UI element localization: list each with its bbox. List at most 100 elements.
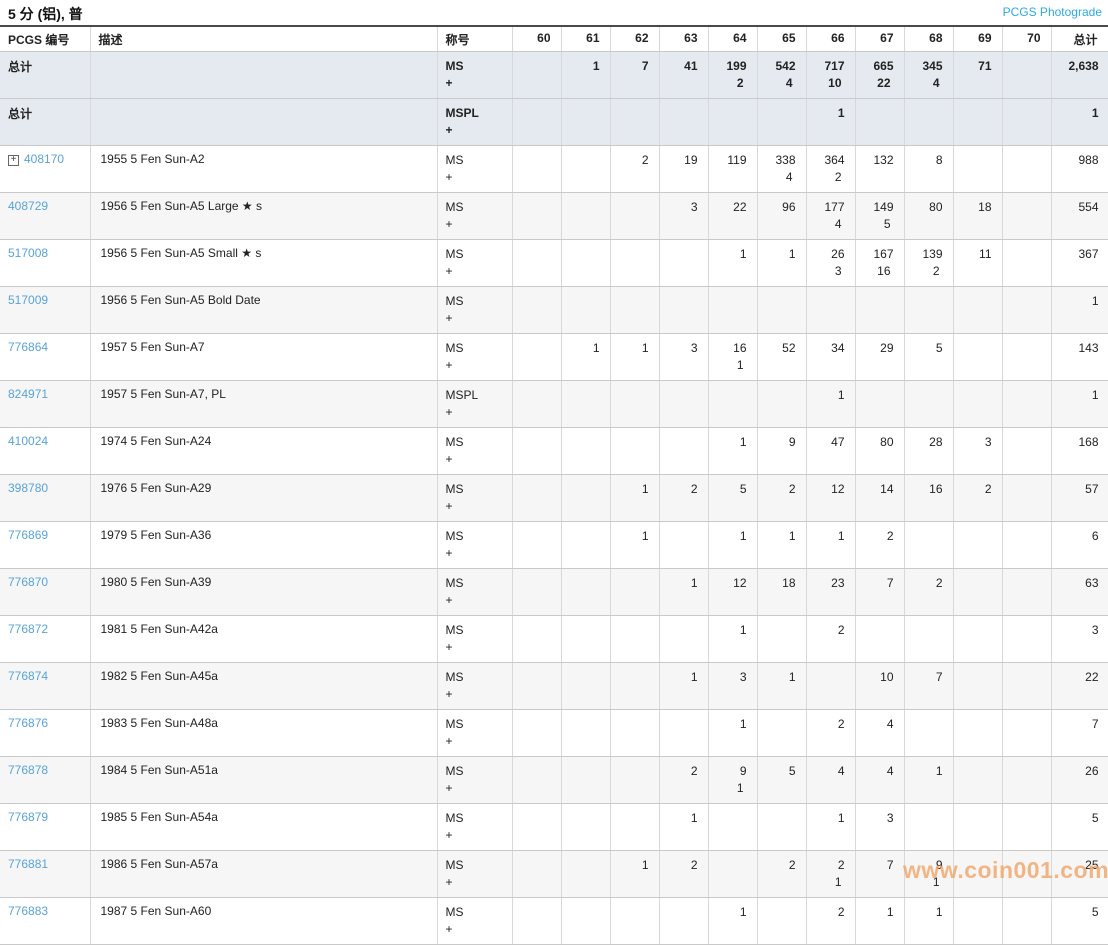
grade-cell-66: 23 (806, 569, 855, 616)
grade-count (954, 622, 992, 639)
grade-plus-count (954, 404, 992, 421)
grade-plus-count (513, 874, 551, 891)
grade-cell-67: 2 (855, 522, 904, 569)
grade-plus-count (562, 592, 600, 609)
pcgs-number-link[interactable]: 776864 (8, 340, 48, 354)
table-row: 7768781984 5 Fen Sun-A51aMS+291544126 (0, 757, 1108, 804)
grade-plus-count (758, 545, 796, 562)
grade-cell-62 (610, 663, 659, 710)
grade-plus-count (807, 451, 845, 468)
pcgs-number-link[interactable]: 776870 (8, 575, 48, 589)
grade-cell-69 (953, 616, 1002, 663)
designation-cell: MS+ (437, 804, 512, 851)
grade-plus-count (1003, 874, 1041, 891)
grade-plus-count (954, 263, 992, 280)
designation-cell: MS+ (437, 146, 512, 193)
grade-plus-count (905, 592, 943, 609)
grade-count: 80 (856, 434, 894, 451)
grade-plus-count (905, 733, 943, 750)
grade-cell-65: 5424 (757, 52, 806, 99)
table-row: 3987801976 5 Fen Sun-A29MS+1252121416257 (0, 475, 1108, 522)
grade-plus-count (1003, 404, 1041, 421)
grade-plus-count (758, 122, 796, 139)
grade-count: 7 (905, 669, 943, 686)
grade-count: 1 (709, 528, 747, 545)
table-row: +4081701955 5 Fen Sun-A2MS+2191193384364… (0, 146, 1108, 193)
pcgs-number-link[interactable]: 776879 (8, 810, 48, 824)
grade-cell-68 (904, 287, 953, 334)
designation-cell: MS+ (437, 663, 512, 710)
pcgs-number-link[interactable]: 776874 (8, 669, 48, 683)
grade-cell-61 (561, 99, 610, 146)
grade-count: 1 (562, 340, 600, 357)
pcgs-number-link[interactable]: 517009 (8, 293, 48, 307)
grade-count: 2 (611, 152, 649, 169)
grade-plus-count (562, 169, 600, 186)
pcgs-number-link[interactable]: 776872 (8, 622, 48, 636)
pcgs-number-link[interactable]: 398780 (8, 481, 48, 495)
grade-cell-60 (512, 193, 561, 240)
pcgs-number-link[interactable]: 776881 (8, 857, 48, 871)
pcgs-number-link[interactable]: 408729 (8, 199, 48, 213)
photograde-link[interactable]: PCGS Photograde (1003, 5, 1102, 19)
grade-cell-60 (512, 851, 561, 898)
designation-line1: MS (446, 622, 504, 639)
grade-cell-69 (953, 381, 1002, 428)
grade-plus-count (660, 122, 698, 139)
pcgs-number-link[interactable]: 517008 (8, 246, 48, 260)
grade-count (905, 293, 943, 310)
grade-count (709, 105, 747, 122)
pcgs-number-link[interactable]: 776869 (8, 528, 48, 542)
grade-plus-count (660, 921, 698, 938)
grade-count (513, 528, 551, 545)
grade-plus-count (758, 498, 796, 515)
pcgs-number-link[interactable]: 408170 (24, 152, 64, 166)
grade-cell-63: 19 (659, 146, 708, 193)
grade-plus-count (954, 827, 992, 844)
grade-plus-count (954, 75, 992, 92)
row-total: 143 (1051, 334, 1108, 381)
grade-count (513, 810, 551, 827)
coin-description: 1955 5 Fen Sun-A2 (90, 146, 437, 193)
grade-cell-60 (512, 99, 561, 146)
pcgs-number-link[interactable]: 410024 (8, 434, 48, 448)
grade-cell-66: 1 (806, 99, 855, 146)
grade-cell-69 (953, 710, 1002, 757)
designation-cell: MS+ (437, 710, 512, 757)
grade-cell-62 (610, 804, 659, 851)
grade-plus-count (856, 404, 894, 421)
grade-plus-count (562, 451, 600, 468)
grade-plus-count (856, 169, 894, 186)
grade-plus-count (1003, 498, 1041, 515)
grade-plus-count (856, 780, 894, 797)
designation-line2: + (446, 921, 504, 938)
pcgs-number-link[interactable]: 776878 (8, 763, 48, 777)
grade-count (758, 622, 796, 639)
grade-plus-count (954, 122, 992, 139)
grade-cell-63 (659, 240, 708, 287)
coin-description: 1982 5 Fen Sun-A45a (90, 663, 437, 710)
grade-plus-count (807, 592, 845, 609)
grade-count (660, 387, 698, 404)
pcgs-number-link[interactable]: 776883 (8, 904, 48, 918)
grade-plus-count (611, 451, 649, 468)
grade-plus-count (954, 169, 992, 186)
grade-count (611, 622, 649, 639)
row-total: 988 (1051, 146, 1108, 193)
pcgs-number-link[interactable]: 824971 (8, 387, 48, 401)
pcgs-number-cell: 776876 (0, 710, 90, 757)
pcgs-number-link[interactable]: 776876 (8, 716, 48, 730)
grade-cell-60 (512, 569, 561, 616)
grade-cell-70 (1002, 381, 1051, 428)
grade-count (611, 434, 649, 451)
grade-count (513, 293, 551, 310)
grade-plus-count (611, 216, 649, 233)
grade-plus-count (513, 357, 551, 374)
grade-count: 23 (807, 575, 845, 592)
grade-plus-count (954, 780, 992, 797)
grade-cell-65: 1 (757, 522, 806, 569)
expand-icon[interactable]: + (8, 155, 19, 166)
designation-line2: + (446, 357, 504, 374)
grade-plus-count (709, 122, 747, 139)
grade-count: 52 (758, 340, 796, 357)
